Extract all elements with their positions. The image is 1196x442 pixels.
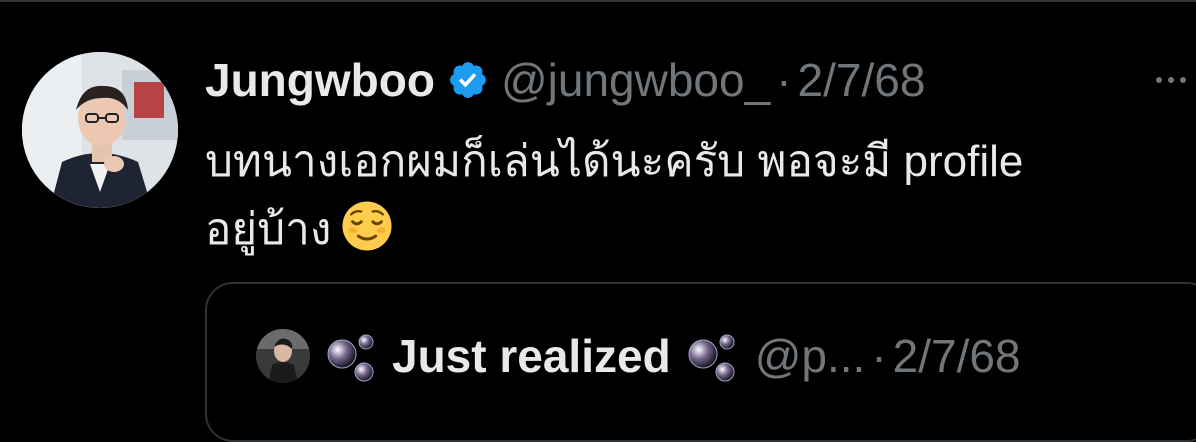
- separator-dot: ·: [871, 330, 887, 382]
- more-options-icon[interactable]: [1156, 60, 1196, 100]
- author-avatar-image: [22, 52, 178, 208]
- quoted-author-avatar-image: [256, 329, 310, 383]
- more-dot: [1180, 77, 1186, 83]
- more-dot: [1168, 77, 1174, 83]
- tweet-header: Jungwboo @jungwboo_ · 2/7/68: [205, 52, 925, 108]
- quoted-author-handle[interactable]: @p...: [755, 329, 866, 383]
- tweet-date[interactable]: 2/7/68: [798, 53, 926, 107]
- bubbles-icon: [327, 334, 374, 382]
- tweet-text-line-2-wrap: อยู่บ้าง: [205, 196, 1185, 264]
- tweet-text-line-2: อยู่บ้าง: [205, 205, 332, 254]
- author-handle[interactable]: @jungwboo_: [501, 53, 770, 107]
- quoted-tweet-date[interactable]: 2/7/68: [893, 329, 1021, 383]
- tweet-text: บทนางเอกผมก็เล่นได้นะครับ พอจะมี profile…: [205, 128, 1185, 264]
- quoted-author-display-name[interactable]: Just realized: [392, 329, 671, 383]
- bubbles-icon: [688, 334, 735, 382]
- top-divider: [0, 0, 1196, 2]
- author-avatar[interactable]: [22, 52, 178, 208]
- verified-badge-icon: [450, 62, 486, 98]
- relieved-face-emoji: [342, 201, 392, 251]
- more-dot: [1156, 77, 1162, 83]
- quoted-author-avatar[interactable]: [256, 329, 310, 383]
- quoted-tweet-header: Just realized @p... · 2/7/68: [256, 326, 1021, 386]
- tweet-text-line-1: บทนางเอกผมก็เล่นได้นะครับ พอจะมี profile: [205, 137, 1024, 186]
- separator-dot: ·: [776, 54, 792, 106]
- author-display-name[interactable]: Jungwboo: [205, 53, 435, 107]
